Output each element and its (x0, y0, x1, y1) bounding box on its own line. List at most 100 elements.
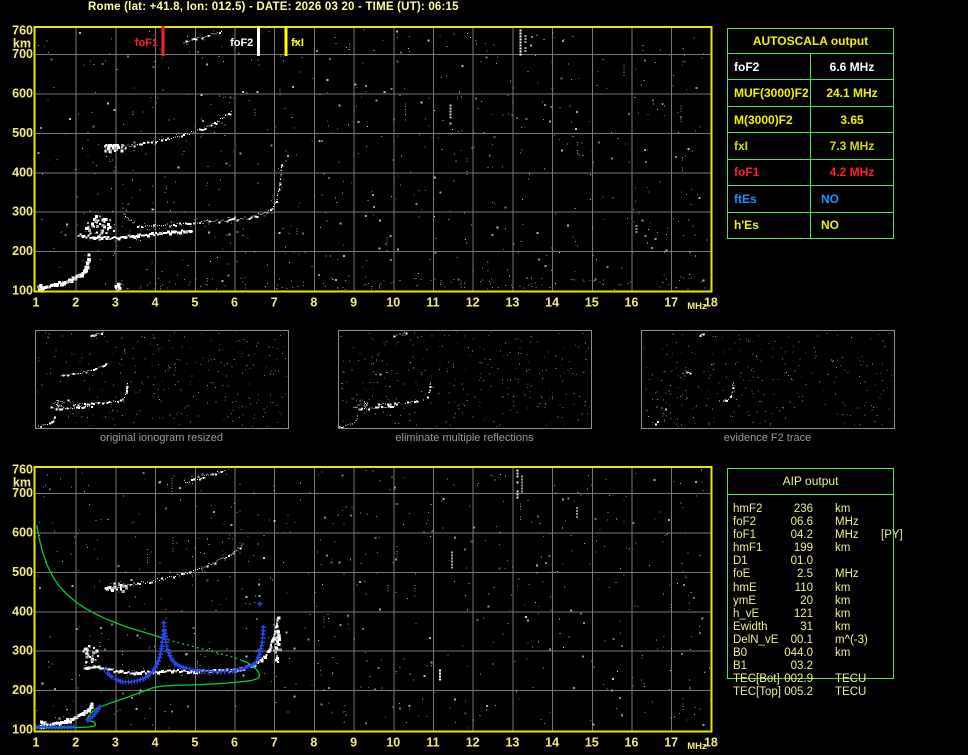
svg-text:12: 12 (466, 296, 480, 310)
svg-text:17: 17 (664, 736, 678, 750)
aip-param-value: 236 (793, 503, 813, 515)
aip-row-TEC[Top]: TEC[Top] 005.2 TECU (733, 686, 957, 699)
aip-row-foE: foE 2.5 MHz (733, 568, 957, 581)
aip-param-label: foF1 (733, 529, 757, 542)
svg-text:100: 100 (12, 723, 33, 737)
svg-text:2: 2 (72, 736, 79, 750)
svg-text:9: 9 (350, 736, 357, 750)
aip-row-D1: D1 01.0 (733, 555, 957, 568)
svg-text:4: 4 (152, 296, 159, 310)
aip-param-value: 110 (794, 581, 813, 594)
aip-row-h_vE: h_vE 121 km (733, 608, 957, 621)
svg-text:14: 14 (545, 736, 559, 750)
autoscala-table-rows: foF2 6.6 MHz MUF(3000)F2 24.1 MHz M(3000)F2 3… (728, 53, 893, 238)
autoscala-row-ftEs: ftEs NO (728, 185, 893, 212)
svg-text:100: 100 (12, 284, 33, 298)
autoscala-param-value: NO (821, 218, 839, 233)
svg-text:8: 8 (310, 736, 317, 750)
aip-param-value: 20 (800, 594, 813, 607)
aip-param-label: foE (733, 568, 751, 581)
svg-text:1: 1 (33, 736, 40, 750)
aip-param-label: ymE (733, 594, 756, 607)
aip-row-hmF1: hmF1 199 km (733, 542, 957, 555)
svg-text:200: 200 (12, 683, 33, 697)
svg-text:11: 11 (426, 296, 439, 310)
aip-param-label: foF2 (733, 516, 757, 529)
svg-text:500: 500 (12, 126, 33, 140)
aip-param-unit: MHz (835, 516, 859, 529)
aip-param-unit: km (835, 503, 851, 515)
autoscala-param-label: fxI (728, 133, 811, 159)
aip-param-value: 01.0 (790, 555, 813, 568)
aip-param-label: TEC[Bot] (733, 673, 780, 686)
aip-param-unit: MHz (835, 568, 859, 581)
top-ionogram: 760km7006005004003002001001 2 3 4 5 6 7 8 9 10 11 1… (12, 24, 718, 312)
svg-text:5: 5 (191, 736, 198, 750)
autoscala-row-h'Es: h'Es NO (728, 211, 893, 238)
svg-text:3: 3 (112, 296, 119, 310)
aip-param-value: 03.2 (790, 660, 813, 673)
svg-text:760: 760 (12, 463, 33, 477)
aip-row-hmF2: hmF2 236 km (733, 503, 957, 516)
svg-text:11: 11 (426, 736, 439, 750)
aip-param-value: 044.0 (784, 647, 813, 660)
aip-row-ymE: ymE 20 km (733, 595, 957, 608)
aip-param-value: 00.1 (790, 633, 813, 646)
aip-param-unit: km (835, 647, 851, 660)
aip-param-unit: km (835, 620, 851, 633)
aip-param-label: D1 (733, 555, 748, 568)
svg-text:15: 15 (585, 296, 599, 310)
autoscala-output-screen: Rome (lat: +41.8, lon: 012.5) - DATE: 20… (0, 0, 968, 755)
processing-panels (35, 330, 895, 429)
svg-text:400: 400 (12, 165, 33, 179)
aip-row-hmE: hmE 110 km (733, 582, 957, 595)
autoscala-row-MUF(3000)F2: MUF(3000)F2 24.1 MHz (728, 79, 893, 106)
svg-text:4: 4 (152, 736, 159, 750)
svg-text:17: 17 (664, 296, 678, 310)
svg-text:6: 6 (231, 296, 238, 310)
processing-panel-0 (35, 330, 289, 429)
aip-row-B1: B1 03.2 (733, 660, 957, 673)
aip-param-label: hmF1 (733, 542, 763, 555)
aip-param-value: 005.2 (784, 686, 813, 699)
panel-caption-original: original ionogram resized (100, 432, 223, 444)
aip-row-foF2: foF2 06.6 MHz (733, 516, 957, 529)
autoscala-param-label: foF2 (728, 54, 811, 80)
autoscala-param-value: 24.1 MHz (826, 86, 878, 101)
aip-param-unit: TECU (835, 673, 867, 686)
autoscala-param-value: 4.2 MHz (829, 165, 875, 180)
svg-text:300: 300 (12, 205, 33, 219)
aip-param-label: DelN_vE (733, 633, 779, 646)
aip-row-DelN_vE: DelN_vE 00.1 m^(-3) (733, 634, 957, 647)
svg-text:foF1: foF1 (135, 37, 158, 49)
aip-param-value: 002.9 (784, 673, 813, 686)
autoscala-param-value: 3.65 (840, 112, 864, 127)
autoscala-param-value: 6.6 MHz (829, 59, 875, 74)
svg-text:700: 700 (12, 486, 33, 500)
svg-text:10: 10 (386, 736, 400, 750)
aip-param-value: 199 (793, 542, 813, 555)
svg-text:200: 200 (12, 244, 33, 258)
aip-param-value: 31 (800, 620, 813, 633)
svg-text:5: 5 (191, 296, 198, 310)
svg-text:8: 8 (310, 296, 317, 310)
aip-param-value: 06.6 (790, 516, 813, 529)
svg-text:500: 500 (12, 565, 33, 579)
svg-text:3: 3 (112, 736, 119, 750)
autoscala-table-header: AUTOSCALA output (752, 34, 869, 48)
svg-text:6: 6 (231, 736, 238, 750)
aip-param-note: [PY] (881, 529, 903, 542)
svg-text:400: 400 (12, 604, 33, 618)
svg-text:16: 16 (625, 296, 639, 310)
svg-text:MHz: MHz (687, 301, 707, 312)
autoscala-param-value: NO (821, 191, 839, 206)
autoscala-row-foF2: foF2 6.6 MHz (728, 53, 893, 80)
aip-param-label: TEC[Top] (733, 686, 781, 699)
aip-param-label: B1 (733, 660, 748, 673)
svg-text:700: 700 (12, 47, 33, 61)
svg-text:16: 16 (625, 736, 639, 750)
svg-text:1: 1 (33, 296, 40, 310)
aip-param-unit: m^(-3) (835, 633, 868, 646)
autoscala-row-M(3000)F2: M(3000)F2 3.65 (728, 105, 893, 133)
svg-text:12: 12 (466, 736, 480, 750)
